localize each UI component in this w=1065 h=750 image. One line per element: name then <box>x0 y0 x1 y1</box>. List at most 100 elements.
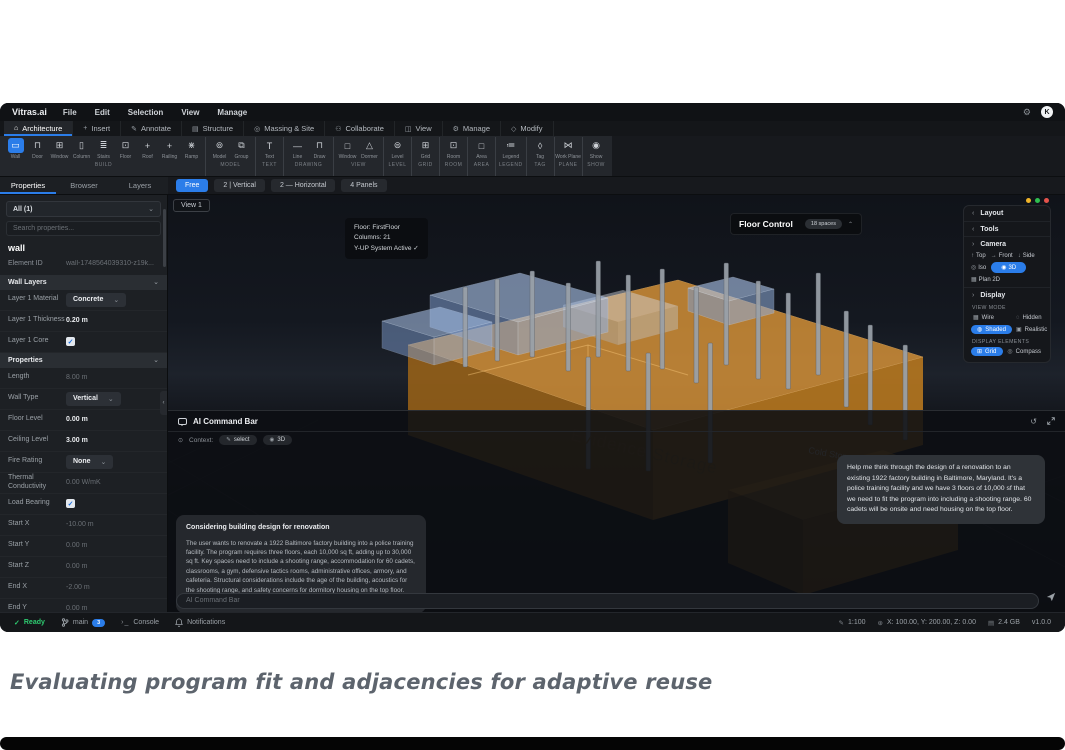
viewport-3d[interactable]: Evidence Storage Cold Storage View 1 Flo… <box>168 195 1065 612</box>
tool-button[interactable]: □ Area <box>471 138 492 160</box>
tool-button[interactable]: □ Window <box>337 138 358 160</box>
tool-button[interactable]: ⧉ Group <box>231 138 252 160</box>
send-icon[interactable] <box>1046 592 1056 602</box>
memory-indicator: ▤2.4 GB <box>988 619 1020 627</box>
tool-button[interactable]: ⊜ Level <box>387 138 408 160</box>
notifications-item[interactable]: Notifications <box>175 618 225 627</box>
property-select[interactable]: Concrete <box>66 293 126 307</box>
panel-tab[interactable]: Layers <box>112 177 168 194</box>
sidebar-scrollbar[interactable] <box>163 209 166 267</box>
panel-tab[interactable]: Browser <box>56 177 112 194</box>
tool-button[interactable]: △ Dormer <box>359 138 380 160</box>
property-value[interactable]: 0.00 m <box>66 416 88 423</box>
property-value[interactable]: 0.00 m <box>66 542 87 549</box>
sidebar-collapse-handle[interactable] <box>160 391 167 415</box>
property-value[interactable]: 0.00 W/mK <box>66 479 101 486</box>
tool-icon: ⊓ <box>30 138 46 153</box>
tool-button[interactable]: ◉ Show <box>586 138 607 160</box>
section-display[interactable]: › Display <box>964 287 1050 302</box>
viewport-layout-button[interactable]: 4 Panels <box>341 179 386 192</box>
tool-button[interactable]: ≔ Legend <box>500 138 521 160</box>
tool-button[interactable]: ⊓ Draw <box>309 138 330 160</box>
tool-button[interactable]: ⊚ Model <box>209 138 230 160</box>
menu-item[interactable]: Manage <box>217 108 247 117</box>
ribbon-tab[interactable]: ◫ View <box>395 121 443 136</box>
tool-button[interactable]: ⋈ Work Plane <box>558 138 579 160</box>
section-camera[interactable]: › Camera <box>964 236 1050 251</box>
property-value[interactable]: -2.00 m <box>66 584 90 591</box>
property-checkbox[interactable] <box>66 499 75 508</box>
git-branch-item[interactable]: main 3 <box>61 618 105 627</box>
display-element-button[interactable]: ◎ Compass <box>1005 347 1043 356</box>
ribbon-tab[interactable]: ⚇ Collaborate <box>325 121 395 136</box>
user-avatar[interactable]: K <box>1041 106 1053 118</box>
menu-item[interactable]: File <box>63 108 77 117</box>
settings-gear-icon[interactable]: ⚙ <box>1023 107 1031 118</box>
menu-item[interactable]: View <box>181 108 199 117</box>
menu-item[interactable]: Edit <box>95 108 110 117</box>
section-header[interactable]: Properties <box>0 353 167 368</box>
property-value[interactable]: 0.00 m <box>66 605 87 612</box>
camera-button[interactable]: ◎ Iso <box>971 264 986 271</box>
property-value[interactable]: 3.00 m <box>66 437 88 444</box>
tool-button[interactable]: ⊡ Room <box>443 138 464 160</box>
context-pill-icon: ✎ <box>226 437 231 443</box>
ribbon-tab[interactable]: ◎ Massing & Site <box>244 121 325 136</box>
viewport-layout-button[interactable]: 2 | Vertical <box>214 179 265 192</box>
floor-control-panel[interactable]: Floor Control 18 spaces <box>730 213 862 235</box>
property-value[interactable]: 8.00 m <box>66 374 87 381</box>
camera-button[interactable]: ◉ 3D <box>991 262 1026 273</box>
tool-button[interactable]: ≣ Stairs <box>93 138 114 160</box>
display-element-button[interactable]: ⊞ Grid <box>971 347 1003 356</box>
menu-item[interactable]: Selection <box>128 108 164 117</box>
ribbon-tab[interactable]: ▤ Structure <box>182 121 244 136</box>
expand-icon[interactable] <box>1047 417 1055 425</box>
tool-button[interactable]: ▯ Column <box>71 138 92 160</box>
camera-button[interactable]: ↑ Top <box>971 253 986 259</box>
viewport-layout-button[interactable]: Free <box>176 179 208 192</box>
filter-dropdown[interactable]: All (1) <box>6 201 161 217</box>
tool-button[interactable]: ⊞ Grid <box>415 138 436 160</box>
camera-button[interactable]: ↓ Side <box>1018 253 1035 259</box>
ai-command-input[interactable] <box>176 593 1039 609</box>
tool-button[interactable]: ⊡ Floor <box>115 138 136 160</box>
context-pill[interactable]: ✎ select <box>219 435 256 445</box>
section-layout[interactable]: ‹ Layout <box>964 206 1050 221</box>
view-mode-button[interactable]: ▦ Wire <box>971 313 1012 322</box>
property-checkbox[interactable] <box>66 337 75 346</box>
tool-button[interactable]: T Text <box>259 138 280 160</box>
camera-button[interactable]: ▦ Plan 2D <box>971 276 1000 283</box>
section-tools[interactable]: ‹ Tools <box>964 221 1050 236</box>
property-value[interactable]: 0.20 m <box>66 317 88 324</box>
view-mode-button[interactable]: ▣ Realistic <box>1014 325 1049 334</box>
console-item[interactable]: Console <box>121 619 159 626</box>
tool-button[interactable]: ⊞ Window <box>49 138 70 160</box>
tool-button[interactable]: ▭ Wall <box>5 138 26 160</box>
floor-control-collapse-icon[interactable] <box>848 221 853 228</box>
view-mode-button[interactable]: ◌ Hidden <box>1014 313 1049 322</box>
view-mode-button[interactable]: ◍ Shaded <box>971 325 1012 334</box>
property-select[interactable]: None <box>66 455 113 469</box>
context-pill[interactable]: ◉ 3D <box>263 435 292 445</box>
viewport-layout-button[interactable]: 2 — Horizontal <box>271 179 335 192</box>
property-value[interactable]: -10.00 m <box>66 521 94 528</box>
view-label[interactable]: View 1 <box>173 199 210 212</box>
search-properties-input[interactable]: Search properties... <box>6 221 161 236</box>
history-icon[interactable]: ↺ <box>1030 417 1037 426</box>
tool-button[interactable]: ⊓ Door <box>27 138 48 160</box>
property-select[interactable]: Vertical <box>66 392 121 406</box>
tool-button[interactable]: ◊ Tag <box>530 138 551 160</box>
tool-button[interactable]: + Railing <box>159 138 180 160</box>
property-value[interactable]: 0.00 m <box>66 563 87 570</box>
ribbon-tab[interactable]: ⌂ Architecture <box>4 121 73 136</box>
ribbon-tab[interactable]: ◇ Modify <box>501 121 553 136</box>
ribbon-tab[interactable]: ✎ Annotate <box>121 121 182 136</box>
tool-button[interactable]: ⋇ Ramp <box>181 138 202 160</box>
tool-button[interactable]: — Line <box>287 138 308 160</box>
tool-button[interactable]: + Roof <box>137 138 158 160</box>
ribbon-tab[interactable]: ⚙ Manage <box>443 121 501 136</box>
section-header[interactable]: Wall Layers <box>0 275 167 290</box>
panel-tab[interactable]: Properties <box>0 177 56 194</box>
camera-button[interactable]: → Front <box>991 253 1013 259</box>
ribbon-tab[interactable]: + Insert <box>73 121 121 136</box>
